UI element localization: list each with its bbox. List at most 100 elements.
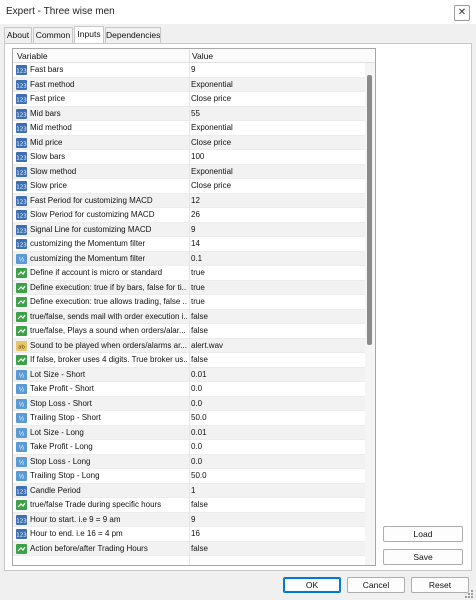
variable-value[interactable]: 0.0 <box>191 399 361 408</box>
column-separator <box>189 63 190 565</box>
variable-value[interactable]: true <box>191 283 361 292</box>
variable-value[interactable]: Close price <box>191 138 361 147</box>
enum-type-icon: 123 <box>16 137 27 148</box>
boolean-type-icon <box>16 543 27 554</box>
integer-type-icon: 123 <box>16 210 27 220</box>
variable-name: Fast method <box>30 79 75 89</box>
variable-value[interactable]: 0.01 <box>191 370 361 379</box>
variable-value[interactable]: false <box>191 312 361 321</box>
double-type-icon: ½ <box>16 253 27 264</box>
svg-text:123: 123 <box>16 156 27 162</box>
svg-text:123: 123 <box>16 243 27 249</box>
variable-name: Lot Size - Short <box>30 369 86 379</box>
variable-value[interactable]: 9 <box>191 65 361 74</box>
svg-text:123: 123 <box>16 199 27 205</box>
double-type-icon: ½ <box>16 456 27 467</box>
variable-value[interactable]: 0.01 <box>191 428 361 437</box>
vertical-scrollbar[interactable] <box>365 63 375 565</box>
variable-value[interactable]: true <box>191 268 361 277</box>
variable-value[interactable]: 50.0 <box>191 413 361 422</box>
svg-text:123: 123 <box>16 141 27 147</box>
variable-value[interactable]: 0.0 <box>191 442 361 451</box>
integer-type-icon: 123 <box>16 195 27 206</box>
variable-value[interactable]: 9 <box>191 225 361 234</box>
variable-name: Signal Line for customizing MACD <box>30 224 152 234</box>
tab-dependencies[interactable]: Dependencies <box>105 27 161 43</box>
svg-text:½: ½ <box>19 416 25 423</box>
close-icon: ✕ <box>457 7 467 18</box>
variable-value[interactable]: 0.0 <box>191 457 361 466</box>
variable-name: Trailing Stop - Short <box>30 413 101 422</box>
scrollbar-thumb[interactable] <box>367 75 372 345</box>
variable-name: Slow method <box>30 166 77 176</box>
load-button[interactable]: Load <box>383 526 463 542</box>
double-type-icon: ½ <box>16 442 27 452</box>
save-button[interactable]: Save <box>383 549 463 565</box>
variable-name: true/false, sends mail with order execut… <box>30 311 187 321</box>
variable-value[interactable]: 14 <box>191 239 361 248</box>
variable-name: true/false, Plays a sound when orders/al… <box>30 326 186 335</box>
integer-type-icon: 123 <box>16 529 27 539</box>
variable-name: customizing the Momentum filter <box>30 253 146 263</box>
variable-name: Mid bars <box>30 108 61 118</box>
variable-value[interactable]: false <box>191 544 361 553</box>
boolean-type-icon <box>16 282 27 293</box>
variable-value[interactable]: 1 <box>191 486 361 495</box>
boolean-type-icon <box>16 355 27 365</box>
variable-name: Slow Period for customizing MACD <box>30 210 155 219</box>
variable-value[interactable]: Close price <box>191 94 361 103</box>
column-header-value[interactable]: Value <box>192 51 213 61</box>
variable-name: Take Profit - Long <box>30 442 93 451</box>
tab-inputs[interactable]: Inputs <box>74 26 104 44</box>
svg-text:½: ½ <box>19 430 25 437</box>
svg-text:½: ½ <box>19 445 25 452</box>
svg-text:123: 123 <box>16 185 27 191</box>
title-bar: Expert - Three wise men ✕ <box>0 0 476 24</box>
variable-value[interactable]: 50.0 <box>191 471 361 480</box>
variable-name: Slow price <box>30 181 67 190</box>
integer-type-icon: 123 <box>16 239 27 249</box>
variable-value[interactable]: 0.0 <box>191 384 361 393</box>
svg-text:½: ½ <box>19 401 25 408</box>
variable-value[interactable]: 12 <box>191 196 361 205</box>
reset-button[interactable]: Reset <box>411 577 469 593</box>
variable-value[interactable]: 16 <box>191 529 361 538</box>
variable-name: Lot Size - Long <box>30 427 84 437</box>
resize-grip-icon[interactable] <box>465 590 474 599</box>
column-header-variable[interactable]: Variable <box>17 51 48 61</box>
svg-text:123: 123 <box>16 83 27 89</box>
variable-value[interactable]: Exponential <box>191 80 361 89</box>
variable-value[interactable]: 26 <box>191 210 361 219</box>
variable-value[interactable]: alert.wav <box>191 341 361 350</box>
variable-value[interactable]: 100 <box>191 152 361 161</box>
tab-about[interactable]: About <box>4 27 32 43</box>
boolean-type-icon <box>16 268 27 278</box>
window-title: Expert - Three wise men <box>6 6 115 17</box>
variable-value[interactable]: 55 <box>191 109 361 118</box>
variable-value[interactable]: false <box>191 326 361 335</box>
variable-value[interactable]: 0.1 <box>191 254 361 263</box>
variable-name: Hour to start. i.e 9 = 9 am <box>30 514 121 524</box>
cancel-button[interactable]: Cancel <box>347 577 405 593</box>
svg-text:½: ½ <box>19 459 25 466</box>
variable-value[interactable]: Exponential <box>191 123 361 132</box>
column-divider[interactable] <box>189 49 190 62</box>
variable-value[interactable]: Close price <box>191 181 361 190</box>
variable-value[interactable]: 9 <box>191 515 361 524</box>
tab-common[interactable]: Common <box>33 27 73 43</box>
boolean-type-icon <box>16 326 27 336</box>
variable-value[interactable]: false <box>191 355 361 364</box>
ok-button[interactable]: OK <box>283 577 341 593</box>
svg-text:½: ½ <box>19 387 25 394</box>
svg-text:123: 123 <box>16 228 27 234</box>
variable-name: Candle Period <box>30 485 81 495</box>
svg-text:123: 123 <box>16 112 27 118</box>
variable-value[interactable]: Exponential <box>191 167 361 176</box>
svg-text:ab: ab <box>18 344 25 350</box>
svg-text:123: 123 <box>16 214 27 220</box>
close-button[interactable]: ✕ <box>454 5 470 21</box>
integer-type-icon: 123 <box>16 224 27 235</box>
double-type-icon: ½ <box>16 427 27 438</box>
variable-value[interactable]: false <box>191 500 361 509</box>
variable-value[interactable]: true <box>191 297 361 306</box>
